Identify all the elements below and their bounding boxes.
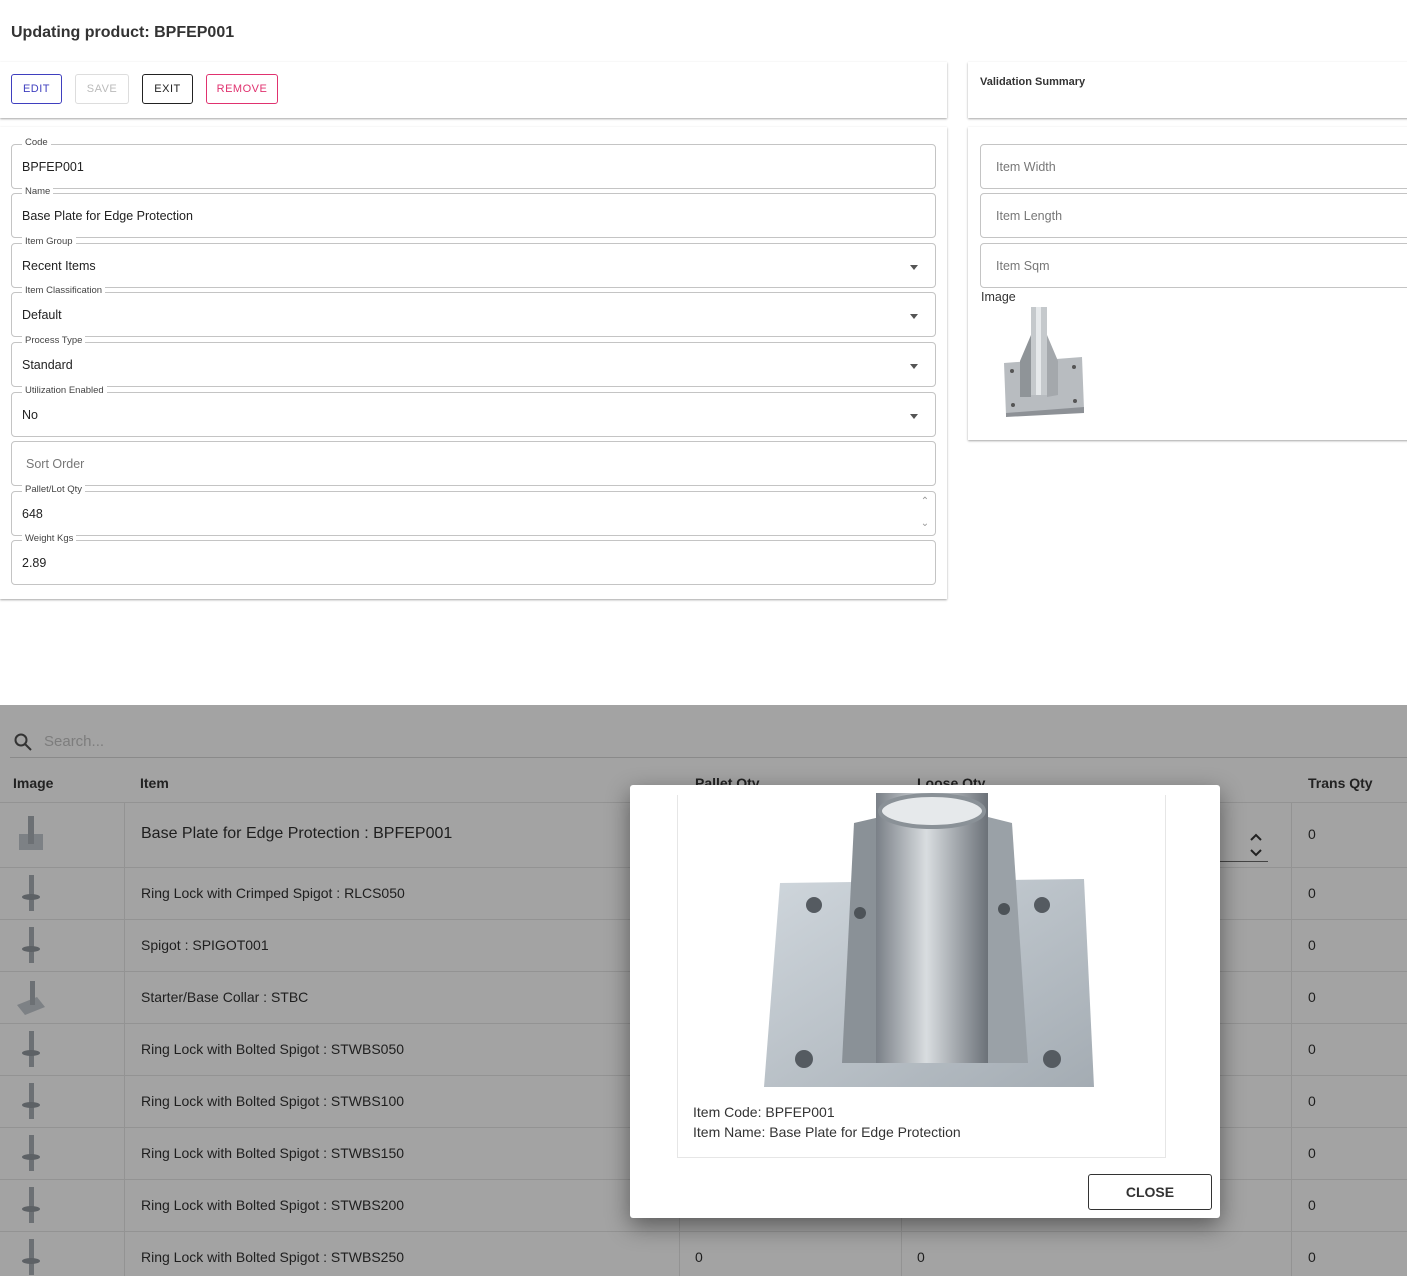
- column-header-item[interactable]: Item: [140, 775, 169, 791]
- search-input[interactable]: Search...: [44, 733, 104, 750]
- process-type-label: Process Type: [22, 335, 86, 346]
- weight-kgs-field[interactable]: Weight Kgs 2.89: [11, 533, 936, 585]
- row-thumbnail[interactable]: [15, 1029, 47, 1069]
- item-group-value: Recent Items: [22, 259, 96, 273]
- sort-order-field[interactable]: Sort Order: [11, 441, 936, 486]
- row-trans-qty[interactable]: 0: [1308, 989, 1316, 1005]
- utilization-enabled-value: No: [22, 408, 38, 422]
- search-icon: [14, 733, 32, 751]
- spin-down-icon[interactable]: ⌄: [919, 519, 931, 529]
- row-thumbnail[interactable]: [15, 1133, 47, 1173]
- column-divider: [124, 802, 125, 1276]
- dropdown-arrow-icon: [910, 364, 918, 369]
- process-type-select[interactable]: Process Type Standard: [11, 335, 936, 387]
- row-thumbnail[interactable]: [15, 925, 47, 965]
- column-header-trans-qty[interactable]: Trans Qty: [1308, 775, 1373, 791]
- item-length-field[interactable]: Item Length: [980, 193, 1407, 238]
- row-item-name: Starter/Base Collar : STBC: [141, 989, 309, 1005]
- name-value: Base Plate for Edge Protection: [22, 209, 193, 223]
- row-trans-qty[interactable]: 0: [1308, 937, 1316, 953]
- row-trans-qty[interactable]: 0: [1308, 1093, 1316, 1109]
- item-classification-select[interactable]: Item Classification Default: [11, 285, 936, 337]
- row-thumbnail[interactable]: [15, 814, 47, 854]
- weight-kgs-label: Weight Kgs: [22, 533, 77, 544]
- save-button[interactable]: SAVE: [75, 74, 129, 104]
- item-classification-value: Default: [22, 308, 62, 322]
- row-item-name: Spigot : SPIGOT001: [141, 937, 269, 953]
- column-header-image[interactable]: Image: [13, 775, 53, 791]
- sort-order-placeholder: Sort Order: [26, 457, 85, 471]
- pallet-lot-qty-label: Pallet/Lot Qty: [22, 484, 86, 495]
- row-thumbnail[interactable]: [15, 873, 47, 913]
- dialog-item-code: Item Code: BPFEP001: [693, 1104, 835, 1120]
- row-trans-qty[interactable]: 0: [1308, 1041, 1316, 1057]
- row-divider: [0, 1231, 1407, 1232]
- search-underline: [10, 757, 1407, 758]
- name-field[interactable]: Name Base Plate for Edge Protection: [11, 186, 936, 238]
- product-image[interactable]: [998, 305, 1088, 417]
- row-item-name: Ring Lock with Bolted Spigot : STWBS150: [141, 1145, 405, 1161]
- row-trans-qty[interactable]: 0: [1308, 1197, 1316, 1213]
- item-sqm-placeholder: Item Sqm: [996, 259, 1050, 273]
- product-image-large: [762, 793, 1102, 1087]
- spin-up-icon[interactable]: ⌃: [919, 497, 931, 507]
- row-item-name: Ring Lock with Bolted Spigot : STWBS050: [141, 1041, 405, 1057]
- item-length-placeholder: Item Length: [996, 209, 1063, 223]
- pallet-lot-qty-value: 648: [22, 507, 43, 521]
- item-classification-label: Item Classification: [22, 285, 106, 296]
- row-item-name: Ring Lock with Bolted Spigot : STWBS250: [141, 1249, 405, 1265]
- dropdown-arrow-icon: [910, 414, 918, 419]
- item-sqm-field[interactable]: Item Sqm: [980, 243, 1407, 288]
- stepper-underline: [1220, 861, 1268, 862]
- item-group-select[interactable]: Item Group Recent Items: [11, 236, 936, 288]
- row-thumbnail[interactable]: [15, 1185, 47, 1225]
- item-width-placeholder: Item Width: [996, 160, 1056, 174]
- process-type-value: Standard: [22, 358, 73, 372]
- row-thumbnail[interactable]: [15, 1237, 47, 1277]
- column-divider: [1291, 802, 1292, 1276]
- row-loose-qty[interactable]: 0: [917, 1249, 925, 1265]
- utilization-enabled-select[interactable]: Utilization Enabled No: [11, 385, 936, 437]
- qty-stepper[interactable]: [1246, 830, 1266, 860]
- validation-summary-card: [968, 62, 1407, 118]
- page-title: Updating product: BPFEP001: [11, 24, 235, 41]
- row-pallet-qty[interactable]: 0: [695, 1249, 703, 1265]
- close-button[interactable]: CLOSE: [1088, 1174, 1212, 1210]
- row-item-name: Ring Lock with Bolted Spigot : STWBS200: [141, 1197, 405, 1213]
- item-group-label: Item Group: [22, 236, 76, 247]
- pallet-lot-qty-field[interactable]: Pallet/Lot Qty 648 ⌃ ⌄: [11, 484, 936, 536]
- row-thumbnail[interactable]: [15, 977, 47, 1017]
- row-item-name: Ring Lock with Bolted Spigot : STWBS100: [141, 1093, 405, 1109]
- item-width-field[interactable]: Item Width: [980, 144, 1407, 189]
- weight-kgs-value: 2.89: [22, 556, 47, 570]
- row-trans-qty[interactable]: 0: [1308, 1145, 1316, 1161]
- name-label: Name: [22, 186, 54, 197]
- dialog-item-name: Item Name: Base Plate for Edge Protectio…: [693, 1124, 961, 1140]
- utilization-enabled-label: Utilization Enabled: [22, 385, 107, 396]
- remove-button[interactable]: REMOVE: [206, 74, 278, 104]
- image-label: Image: [981, 290, 1016, 304]
- exit-button[interactable]: EXIT: [142, 74, 193, 104]
- row-trans-qty[interactable]: 0: [1308, 826, 1316, 842]
- code-label: Code: [22, 137, 51, 148]
- row-item-name: Base Plate for Edge Protection : BPFEP00…: [141, 825, 453, 842]
- dropdown-arrow-icon: [910, 265, 918, 270]
- row-thumbnail[interactable]: [15, 1081, 47, 1121]
- row-trans-qty[interactable]: 0: [1308, 1249, 1316, 1265]
- dropdown-arrow-icon: [910, 314, 918, 319]
- validation-summary-title: Validation Summary: [980, 76, 1086, 88]
- row-item-name: Ring Lock with Crimped Spigot : RLCS050: [141, 885, 405, 901]
- code-value: BPFEP001: [22, 160, 84, 174]
- code-field[interactable]: Code BPFEP001: [11, 137, 936, 189]
- row-trans-qty[interactable]: 0: [1308, 885, 1316, 901]
- edit-button[interactable]: EDIT: [11, 74, 62, 104]
